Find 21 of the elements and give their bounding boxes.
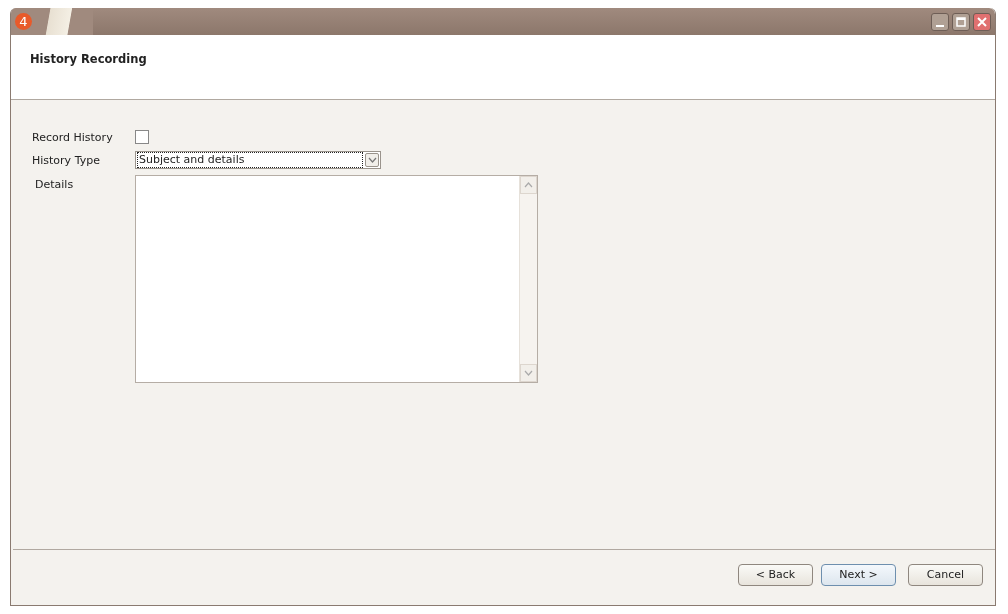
dialog-button[interactable]: Cancel [908,563,983,586]
field-label: Details [34,178,75,191]
checkbox[interactable] [135,130,149,144]
history-type-dropdown[interactable]: Subject and details [135,151,381,169]
dialog-button[interactable]: Next > [821,563,896,586]
field-label: History Type [32,153,101,167]
close-button[interactable] [973,12,991,31]
close-icon [977,16,987,27]
field-label: Record History [32,130,114,144]
scrollbar[interactable] [519,176,537,382]
dropdown-button[interactable] [365,153,379,167]
chevron-down-icon [524,370,533,376]
minimize-icon [936,24,944,27]
maximize-icon [956,16,966,27]
minimize-button[interactable] [931,12,949,31]
chevron-down-icon [367,157,377,163]
page-title: History Recording [30,52,147,66]
app-logo: 4 [15,13,32,30]
chevron-up-icon [524,182,533,188]
dialog-button[interactable]: < Back [738,563,813,586]
maximize-button[interactable] [952,12,970,31]
